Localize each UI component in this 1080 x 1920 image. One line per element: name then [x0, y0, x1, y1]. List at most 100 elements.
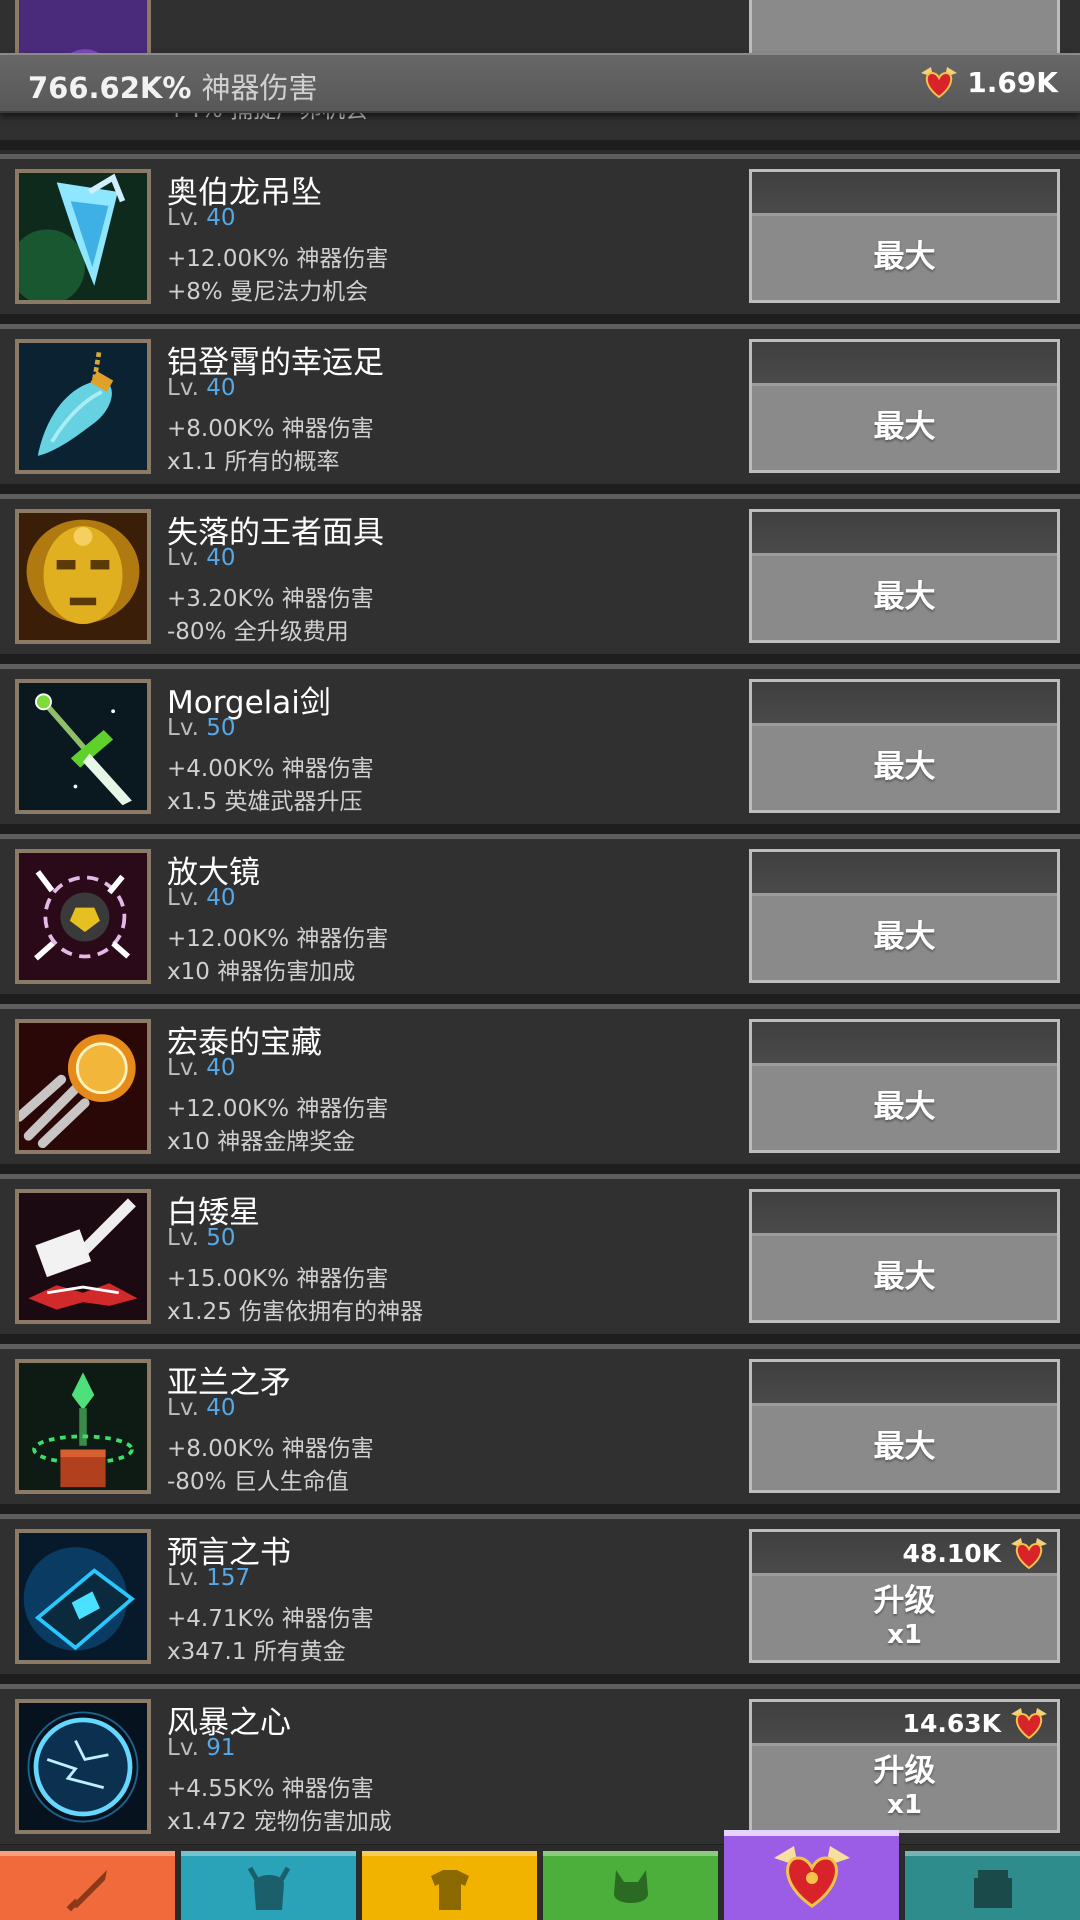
total-artifact-damage-value: 766.62K%: [28, 71, 192, 105]
upgrade-multiplier: x1: [887, 1620, 922, 1650]
max-level-button[interactable]: 最大: [749, 169, 1060, 303]
max-level-button[interactable]: 最大: [749, 679, 1060, 813]
max-label: 最大: [873, 1259, 936, 1295]
artifact-effect-secondary: -80% 巨人生命值: [167, 1469, 349, 1495]
total-artifact-damage: 766.62K% 神器伤害: [28, 65, 318, 107]
upgrade-label: 升级 x1: [752, 1584, 1057, 1652]
artifact-effect-secondary: x1.5 英雄武器升压: [167, 789, 363, 815]
level-prefix: Lv.: [167, 375, 199, 401]
artifact-level: Lv. 157: [167, 1565, 250, 1591]
artifact-level: Lv. 91: [167, 1735, 236, 1761]
max-label: 最大: [873, 239, 936, 275]
artifact-effect-primary: +8.00K% 神器伤害: [167, 416, 374, 442]
gold-coin-icon: [15, 1019, 151, 1154]
total-artifact-damage-label: 神器伤害: [201, 71, 318, 105]
artifact-effect-primary: +12.00K% 神器伤害: [167, 926, 389, 952]
upgrade-cost: [752, 852, 1057, 896]
heroes-sword-tab[interactable]: [0, 1851, 175, 1920]
upgrade-cost-value: 14.63K: [902, 1709, 1001, 1738]
level-value: 50: [206, 1225, 236, 1251]
bottom-tab-bar: [0, 1830, 1080, 1920]
upgrade-button[interactable]: 14.63K 升级 x1: [749, 1699, 1060, 1833]
artifact-effect-secondary: x1.1 所有的概率: [167, 449, 340, 475]
crystal-blade-icon: [15, 169, 151, 304]
artifact-level: Lv. 50: [167, 715, 236, 741]
lucky-foot-icon: [15, 339, 151, 474]
equipment-tab[interactable]: [362, 1851, 537, 1920]
artifact-level: Lv. 40: [167, 375, 236, 401]
artifact-row: 风暴之心 Lv. 91 +4.55K% 神器伤害 x1.472 宠物伤害加成 14.63…: [0, 1684, 1080, 1845]
artifact-effect-primary: +8.00K% 神器伤害: [167, 1436, 374, 1462]
upgrade-cost: [752, 342, 1057, 386]
level-prefix: Lv.: [167, 1395, 199, 1421]
artifact-effect-primary: +4.00K% 神器伤害: [167, 756, 374, 782]
green-sword-icon: [15, 679, 151, 814]
level-value: 50: [206, 715, 236, 741]
magnifier-orb-icon: [15, 849, 151, 984]
artifact-level: Lv. 40: [167, 205, 236, 231]
level-prefix: Lv.: [167, 1565, 199, 1591]
artifact-effect-primary: +3.20K% 神器伤害: [167, 586, 374, 612]
artifact-row: 奥伯龙吊坠 Lv. 40 +12.00K% 神器伤害 +8% 曼尼法力机会 最大: [0, 154, 1080, 324]
relic-balance: 1.69K: [919, 65, 1058, 99]
pet-tab[interactable]: [543, 1851, 718, 1920]
max-level-button[interactable]: 最大: [749, 1189, 1060, 1323]
artifact-row: 放大镜 Lv. 40 +12.00K% 神器伤害 x10 神器伤害加成 最大: [0, 834, 1080, 1004]
artifact-effect-secondary: x1.25 伤害依拥有的神器: [167, 1299, 424, 1325]
upgrade-cost: [752, 1022, 1057, 1066]
artifact-effect-primary: +12.00K% 神器伤害: [167, 1096, 389, 1122]
artifact-summary-bar: 766.62K% 神器伤害 1.69K: [0, 53, 1080, 113]
max-label: 最大: [873, 919, 936, 955]
level-prefix: Lv.: [167, 1055, 199, 1081]
upgrade-label-text: 升级: [873, 1753, 936, 1789]
level-value: 40: [206, 545, 236, 571]
storm-orb-icon: [15, 1699, 151, 1834]
artifact-row: Morgelai剑 Lv. 50 +4.00K% 神器伤害 x1.5 英雄武器升压 最大: [0, 664, 1080, 834]
max-level-button[interactable]: 最大: [749, 1359, 1060, 1493]
shop-tab[interactable]: [905, 1851, 1080, 1920]
max-level-button[interactable]: 最大: [749, 849, 1060, 983]
max-level-button[interactable]: 最大: [749, 339, 1060, 473]
helmet-tab[interactable]: [181, 1851, 356, 1920]
artifact-effect-secondary: +8% 曼尼法力机会: [167, 279, 369, 305]
level-value: 91: [206, 1735, 236, 1761]
artifact-effect-primary: +12.00K% 神器伤害: [167, 246, 389, 272]
artifact-row: 铝登霄的幸运足 Lv. 40 +8.00K% 神器伤害 x1.1 所有的概率 最大: [0, 324, 1080, 494]
artifact-effect-secondary: x1.472 宠物伤害加成: [167, 1809, 392, 1835]
artifact-level: Lv. 40: [167, 1395, 236, 1421]
level-prefix: Lv.: [167, 715, 199, 741]
artifact-row: 失落的王者面具 Lv. 40 +3.20K% 神器伤害 -80% 全升级费用 最大: [0, 494, 1080, 664]
relic-heart-icon: [921, 67, 958, 99]
upgrade-cost: 14.63K: [752, 1702, 1057, 1746]
artifact-effect-primary: +4.71K% 神器伤害: [167, 1606, 374, 1632]
upgrade-cost-value: 48.10K: [902, 1539, 1001, 1568]
level-prefix: Lv.: [167, 205, 199, 231]
max-level-button[interactable]: 最大: [749, 1019, 1060, 1153]
level-prefix: Lv.: [167, 1735, 199, 1761]
upgrade-label-text: 升级: [873, 1583, 936, 1619]
artifact-level: Lv. 40: [167, 885, 236, 911]
upgrade-cost: [752, 1192, 1057, 1236]
artifact-level: Lv. 40: [167, 545, 236, 571]
artifact-effect-primary: +15.00K% 神器伤害: [167, 1266, 389, 1292]
artifact-effect-secondary: -80% 全升级费用: [167, 619, 349, 645]
max-level-button[interactable]: 最大: [749, 509, 1060, 643]
artifact-row: 亚兰之矛 Lv. 40 +8.00K% 神器伤害 -80% 巨人生命值 最大: [0, 1344, 1080, 1514]
max-label: 最大: [873, 579, 936, 615]
artifact-effect-secondary: x10 神器金牌奖金: [167, 1129, 356, 1155]
level-value: 40: [206, 1055, 236, 1081]
artifact-list[interactable]: +4% 捕捉产卵机会 奥伯龙吊坠Lv. 40+12.00K% 神器伤害+8% 曼…: [0, 0, 1080, 1845]
level-value: 40: [206, 1395, 236, 1421]
upgrade-cost: 48.10K: [752, 1532, 1057, 1576]
upgrade-cost: [752, 172, 1057, 216]
artifact-effect-primary: +4.55K% 神器伤害: [167, 1776, 374, 1802]
artifacts-tab[interactable]: [724, 1830, 899, 1920]
upgrade-multiplier: x1: [887, 1790, 922, 1820]
artifact-row: 预言之书 Lv. 157 +4.71K% 神器伤害 x347.1 所有黄金 48.10K…: [0, 1514, 1080, 1684]
artifact-level: Lv. 50: [167, 1225, 236, 1251]
artifact-row: 宏泰的宝藏 Lv. 40 +12.00K% 神器伤害 x10 神器金牌奖金 最大: [0, 1004, 1080, 1174]
level-value: 157: [206, 1565, 251, 1591]
upgrade-cost: [752, 682, 1057, 726]
upgrade-label: 升级 x1: [752, 1754, 1057, 1822]
upgrade-button[interactable]: 48.10K 升级 x1: [749, 1529, 1060, 1663]
